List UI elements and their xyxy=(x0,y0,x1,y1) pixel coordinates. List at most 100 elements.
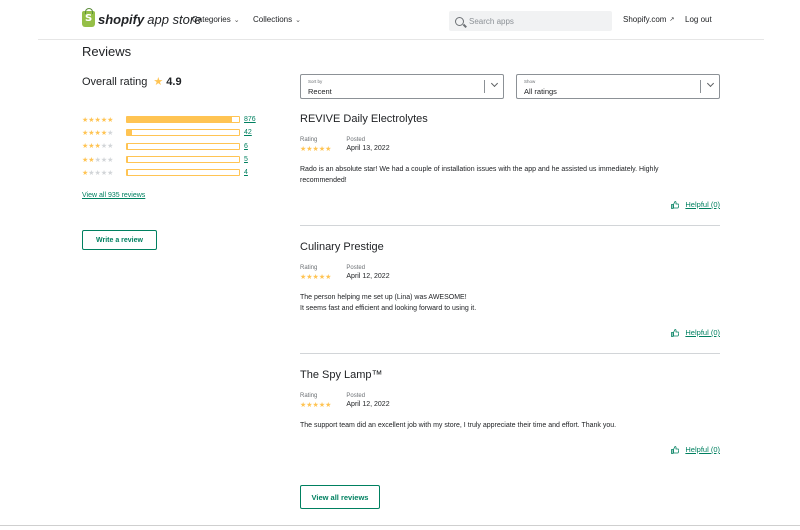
rating-count-link[interactable]: 6 xyxy=(244,143,248,150)
nav-collections[interactable]: Collections ⌄ xyxy=(253,15,301,24)
chevron-down-icon: ⌄ xyxy=(233,16,240,24)
review-body-line: It seems fast and efficient and looking … xyxy=(300,305,477,312)
review-meta: Rating ★★★★★ Posted April 12, 2022 xyxy=(300,265,405,281)
posted-date: April 13, 2022 xyxy=(346,145,390,152)
chevron-down-icon xyxy=(706,79,715,88)
rating-row-1-star[interactable]: ★★★★★ 4 xyxy=(82,166,256,179)
review-rating: Rating ★★★★★ xyxy=(300,265,331,281)
logo-text-shopify: shopify xyxy=(98,11,145,27)
logout-link[interactable]: Log out xyxy=(685,15,712,24)
rating-count-link[interactable]: 4 xyxy=(244,169,248,176)
review-body-line: The person helping me set up (Lina) was … xyxy=(300,294,467,301)
review-item: Culinary Prestige Rating ★★★★★ Posted Ap… xyxy=(300,241,720,351)
overall-rating-value: 4.9 xyxy=(166,75,182,88)
show-value: All ratings xyxy=(524,87,557,96)
rating-count-link[interactable]: 876 xyxy=(244,116,256,123)
rating-count-link[interactable]: 5 xyxy=(244,156,248,163)
select-divider xyxy=(484,80,485,93)
rating-label: Rating xyxy=(300,265,318,271)
rating-stars: ★★★★★ xyxy=(300,402,332,409)
review-store-name: REVIVE Daily Electrolytes xyxy=(300,113,428,125)
review-rating: Rating ★★★★★ xyxy=(300,137,331,153)
rating-row-2-star[interactable]: ★★★★★ 5 xyxy=(82,153,256,166)
rating-stars: ★★★★★ xyxy=(300,274,332,281)
star-icon: ★ xyxy=(153,76,164,88)
rating-count-link[interactable]: 42 xyxy=(244,129,252,136)
select-divider xyxy=(700,80,701,93)
posted-label: Posted xyxy=(346,265,366,271)
empty-star-icon: ★★★★ xyxy=(88,169,114,177)
review-body: The person helping me set up (Lina) was … xyxy=(300,292,710,314)
sort-by-select[interactable]: Sort by Recent xyxy=(300,74,504,99)
rating-bar xyxy=(126,116,240,124)
show-ratings-select[interactable]: Show All ratings xyxy=(516,74,720,99)
rating-bar-fill xyxy=(127,130,133,136)
overall-rating: Overall rating ★ 4.9 xyxy=(82,75,182,89)
review-meta: Rating ★★★★★ Posted April 12, 2022 xyxy=(300,393,405,409)
external-link-icon: ↗ xyxy=(669,17,675,23)
thumbs-up-icon xyxy=(671,200,680,209)
shopify-bag-icon xyxy=(82,8,95,27)
nav-categories[interactable]: Categories ⌄ xyxy=(192,15,240,24)
rating-bar-fill xyxy=(127,117,233,123)
filled-star-icon: ★★ xyxy=(82,156,95,164)
rating-label: Rating xyxy=(300,137,318,143)
rating-bar xyxy=(126,169,240,177)
overall-rating-label: Overall rating xyxy=(82,75,148,88)
write-review-button[interactable]: Write a review xyxy=(82,230,157,250)
empty-star-icon: ★ xyxy=(107,129,114,137)
sort-by-label: Sort by xyxy=(308,79,323,84)
filled-star-icon: ★★★★ xyxy=(82,129,108,137)
review-item: The Spy Lamp™ Rating ★★★★★ Posted April … xyxy=(300,369,720,464)
view-all-reviews-link[interactable]: View all 935 reviews xyxy=(82,192,145,199)
sort-by-value: Recent xyxy=(308,87,332,96)
view-all-reviews-button[interactable]: View all reviews xyxy=(300,485,380,509)
review-store-name: The Spy Lamp™ xyxy=(300,369,383,381)
rating-bar-fill xyxy=(127,143,128,149)
shopify-app-store-logo[interactable]: shopify app store xyxy=(82,8,201,27)
review-body: The support team did an excellent job wi… xyxy=(300,420,710,431)
rating-row-3-star[interactable]: ★★★★★ 6 xyxy=(82,140,256,153)
helpful-label: Helpful (0) xyxy=(685,445,720,454)
review-store-name: Culinary Prestige xyxy=(300,241,384,253)
review-item: REVIVE Daily Electrolytes Rating ★★★★★ P… xyxy=(300,113,720,223)
thumbs-up-icon xyxy=(671,445,680,454)
helpful-button[interactable]: Helpful (0) xyxy=(671,200,720,209)
nav-collections-label: Collections xyxy=(253,15,293,24)
filled-star-icon: ★★★ xyxy=(82,143,101,151)
shopify-com-link[interactable]: Shopify.com ↗ xyxy=(623,15,674,24)
show-label: Show xyxy=(524,79,536,84)
rating-bar xyxy=(126,156,240,164)
review-body-line: recommended! xyxy=(300,177,347,184)
chevron-down-icon: ⌄ xyxy=(295,16,302,24)
rating-row-stars: ★★★★★ xyxy=(82,142,125,150)
helpful-button[interactable]: Helpful (0) xyxy=(671,328,720,337)
helpful-button[interactable]: Helpful (0) xyxy=(671,445,720,454)
rating-bar xyxy=(126,142,240,150)
review-posted: Posted April 12, 2022 xyxy=(346,265,389,281)
posted-date: April 12, 2022 xyxy=(346,401,390,408)
review-divider xyxy=(300,353,720,354)
rating-row-4-star[interactable]: ★★★★★ 42 xyxy=(82,126,256,139)
rating-row-5-star[interactable]: ★★★★★ 876 xyxy=(82,113,256,126)
posted-date: April 12, 2022 xyxy=(346,273,390,280)
thumbs-up-icon xyxy=(671,328,680,337)
rating-bar-fill xyxy=(127,157,128,163)
posted-label: Posted xyxy=(346,137,366,143)
search-box[interactable] xyxy=(449,11,612,31)
review-posted: Posted April 12, 2022 xyxy=(346,393,389,409)
empty-star-icon: ★★★ xyxy=(94,156,114,164)
empty-star-icon: ★★ xyxy=(100,143,114,151)
app-store-page: shopify app store Categories ⌄ Collectio… xyxy=(38,0,764,530)
nav-categories-label: Categories xyxy=(192,15,231,24)
review-divider xyxy=(300,225,720,226)
search-icon xyxy=(455,16,464,26)
helpful-label: Helpful (0) xyxy=(685,200,720,209)
review-rating: Rating ★★★★★ xyxy=(300,393,331,409)
review-posted: Posted April 13, 2022 xyxy=(346,137,389,153)
review-body-line: The support team did an excellent job wi… xyxy=(300,422,617,429)
rating-label: Rating xyxy=(300,393,318,399)
rating-bar xyxy=(126,129,240,137)
search-input[interactable] xyxy=(469,16,599,26)
rating-stars: ★★★★★ xyxy=(300,146,332,153)
